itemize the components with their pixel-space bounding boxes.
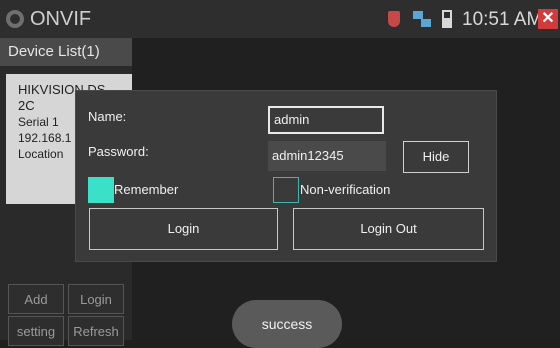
hide-password-button[interactable]: Hide [403, 141, 469, 173]
refresh-button[interactable]: Refresh [68, 316, 124, 346]
name-label: Name: [88, 109, 127, 124]
password-label: Password: [88, 144, 149, 159]
password-input[interactable]: admin12345 [268, 141, 386, 171]
shield-icon [388, 11, 400, 27]
device-list-header: Device List(1) [0, 38, 132, 66]
login-button[interactable]: Login [89, 208, 278, 250]
close-icon[interactable]: ✕ [538, 9, 558, 29]
status-bar: ONVIF 10:51 AM ✕ [0, 0, 560, 38]
app-title: ONVIF [30, 8, 92, 30]
battery-icon [442, 10, 452, 28]
clock: 10:51 AM [462, 9, 543, 30]
success-toast: success [232, 300, 342, 348]
remember-checkbox[interactable] [88, 177, 114, 203]
network-icon [413, 11, 431, 27]
add-button[interactable]: Add [8, 284, 64, 314]
onvif-app-icon [6, 10, 24, 28]
login-out-button[interactable]: Login Out [293, 208, 484, 250]
nonverification-label: Non-verification [300, 182, 391, 197]
remember-label: Remember [114, 182, 179, 197]
login-side-button[interactable]: Login [68, 284, 124, 314]
setting-button[interactable]: setting [8, 316, 64, 346]
name-input[interactable]: admin [268, 106, 384, 134]
login-dialog: Name: admin Password: admin12345 Hide Re… [75, 90, 497, 262]
nonverification-checkbox[interactable] [273, 177, 299, 203]
